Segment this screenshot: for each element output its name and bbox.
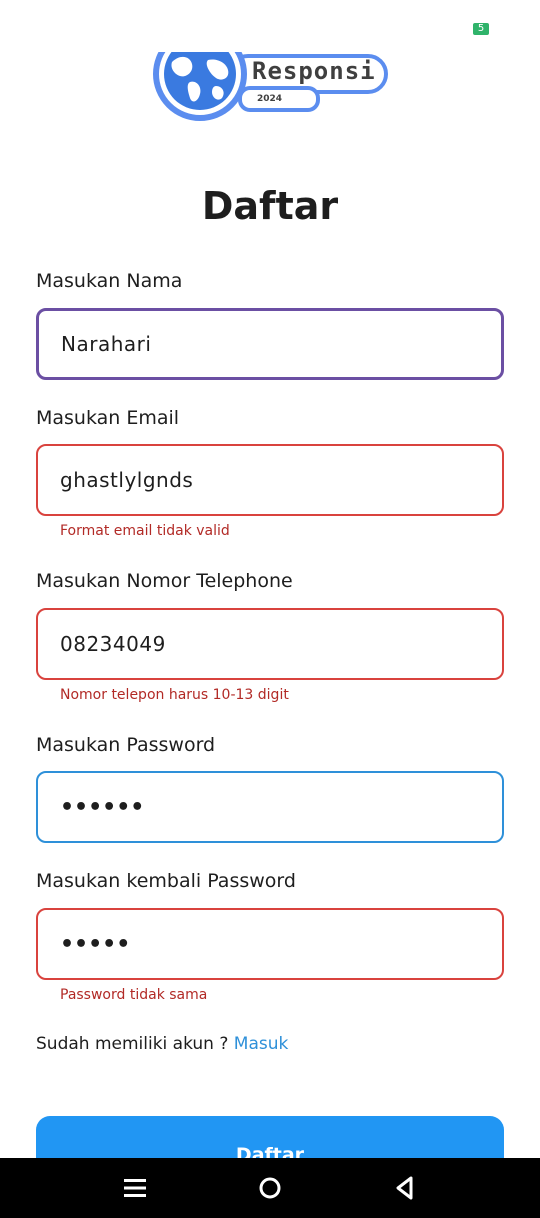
confirm-password-error: Password tidak sama [60, 987, 208, 1003]
logo-year: 2024 [257, 94, 283, 104]
phone-value: 08234049 [60, 632, 166, 656]
email-input[interactable]: ghastlylgnds [36, 444, 504, 516]
system-navbar [0, 1158, 540, 1218]
page-title: Daftar [201, 184, 339, 228]
name-label: Masukan Nama [36, 270, 183, 292]
login-prompt-text: Sudah memiliki akun ? [36, 1034, 234, 1054]
password-label: Masukan Password [36, 734, 216, 756]
phone-error: Nomor telepon harus 10-13 digit [60, 687, 289, 703]
login-prompt: Sudah memiliki akun ? Masuk [36, 1034, 288, 1054]
name-value: Narahari [61, 332, 152, 356]
email-error: Format email tidak valid [60, 523, 230, 539]
phone-input[interactable]: 08234049 [36, 608, 504, 680]
name-input[interactable]: Narahari [36, 308, 504, 380]
battery-icon: 5 [473, 23, 489, 35]
app-logo: Responsi 2024 [150, 27, 390, 122]
confirm-password-label: Masukan kembali Password [36, 870, 296, 892]
phone-label: Masukan Nomor Telephone [36, 570, 293, 592]
menu-icon[interactable] [121, 1174, 149, 1202]
confirm-password-input[interactable]: ••••• [36, 908, 504, 980]
email-label: Masukan Email [36, 407, 180, 429]
login-link[interactable]: Masuk [234, 1034, 289, 1054]
register-screen: 5 Responsi 2024 Daftar Masukan Nama Nara… [0, 0, 540, 1218]
home-icon[interactable] [256, 1174, 284, 1202]
password-value: •••••• [60, 794, 145, 820]
back-icon[interactable] [391, 1174, 419, 1202]
confirm-password-value: ••••• [60, 931, 131, 957]
password-input[interactable]: •••••• [36, 771, 504, 843]
logo-text: Responsi [252, 57, 376, 85]
email-value: ghastlylgnds [60, 468, 194, 492]
